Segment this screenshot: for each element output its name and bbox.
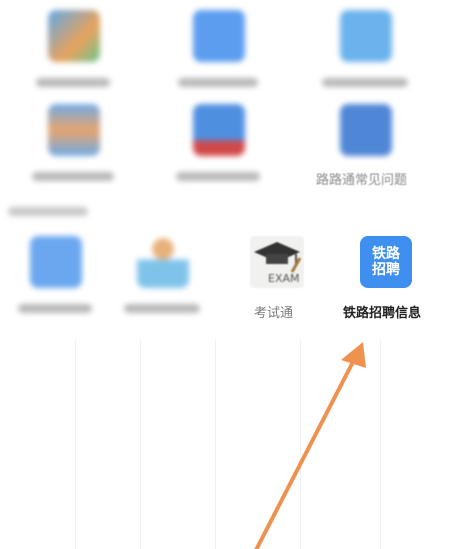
app-icon — [48, 10, 100, 62]
recruitment-icon: 铁路 招聘 — [360, 236, 412, 288]
background-divider — [300, 340, 301, 549]
app-label-blurred — [178, 78, 258, 87]
app-label-blurred — [36, 78, 110, 87]
background-divider — [140, 340, 141, 549]
question-icon — [340, 104, 392, 156]
app-label-blurred — [32, 172, 114, 181]
app-icon — [193, 104, 245, 156]
app-label-exam: 考试通 — [254, 306, 294, 321]
background-divider — [75, 340, 76, 549]
person-icon — [137, 236, 189, 288]
recruitment-icon-line1: 铁路 — [372, 246, 400, 262]
app-label-recruitment: 铁路招聘信息 — [343, 306, 422, 321]
app-icon — [48, 104, 100, 156]
app-label-blurred — [176, 172, 260, 181]
background-divider — [215, 340, 216, 549]
recruitment-icon-line2: 招聘 — [372, 262, 400, 278]
app-icon — [30, 236, 82, 288]
section-header-blurred — [8, 207, 88, 216]
app-label-blurred — [322, 78, 408, 87]
app-icon — [193, 10, 245, 62]
app-label-blurred — [18, 304, 92, 313]
app-label-blurred — [124, 304, 200, 313]
graduation-cap-icon: EXAM — [250, 236, 304, 288]
app-icon — [340, 10, 392, 62]
app-label-faq: 路路通常见问题 — [316, 173, 408, 188]
background-divider — [380, 340, 381, 549]
exam-icon-text: EXAM — [268, 272, 300, 285]
